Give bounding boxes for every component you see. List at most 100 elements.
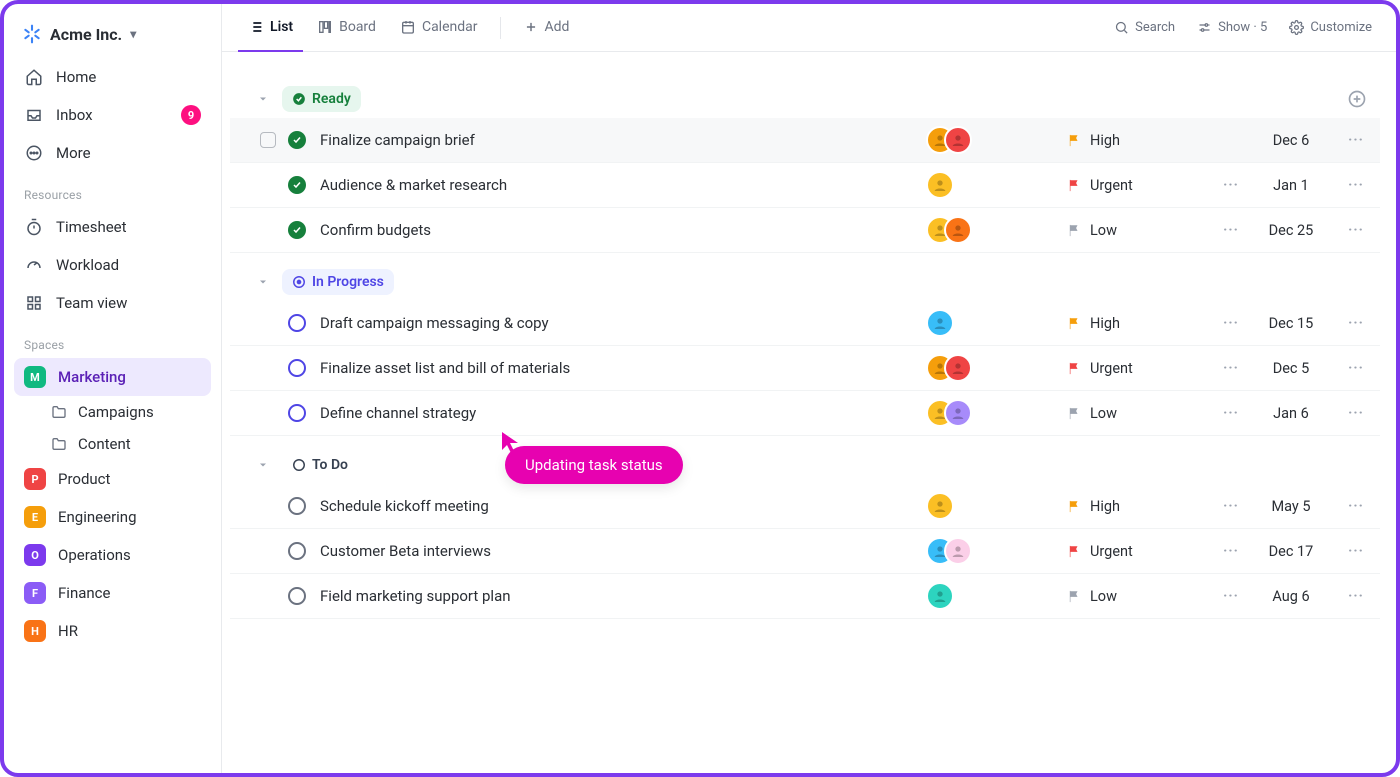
task-row[interactable]: Customer Beta interviews Urgent ··· Dec … [230, 529, 1380, 574]
due-date[interactable]: Dec 6 [1246, 132, 1336, 149]
nav-timesheet[interactable]: Timesheet [14, 208, 211, 246]
space-item-hr[interactable]: H HR [14, 612, 211, 650]
show-button[interactable]: Show · 5 [1189, 14, 1275, 41]
due-date[interactable]: Dec 17 [1246, 543, 1336, 560]
task-name: Finalize asset list and bill of material… [320, 359, 926, 377]
row-more-icon[interactable]: ··· [1336, 132, 1376, 148]
avatar[interactable] [944, 216, 972, 244]
due-date[interactable]: Jan 6 [1246, 405, 1336, 422]
status-icon-open[interactable] [288, 359, 306, 377]
avatar[interactable] [926, 309, 954, 337]
priority-cell[interactable]: High [1066, 315, 1216, 332]
due-date[interactable]: Dec 15 [1246, 315, 1336, 332]
add-task-icon[interactable] [1346, 88, 1368, 110]
nav-workload[interactable]: Workload [14, 246, 211, 284]
row-more-icon[interactable]: ··· [1336, 543, 1376, 559]
priority-cell[interactable]: Urgent [1066, 360, 1216, 377]
row-more-icon[interactable]: ··· [1336, 360, 1376, 376]
task-row[interactable]: Finalize campaign brief High Dec 6 ··· [230, 118, 1380, 163]
due-date[interactable]: Dec 25 [1246, 222, 1336, 239]
column-more-icon[interactable]: ··· [1216, 222, 1246, 238]
task-checkbox[interactable] [260, 132, 276, 148]
task-name: Draft campaign messaging & copy [320, 314, 926, 332]
nav-more[interactable]: More [14, 134, 211, 172]
priority-cell[interactable]: High [1066, 132, 1216, 149]
row-more-icon[interactable]: ··· [1336, 405, 1376, 421]
row-more-icon[interactable]: ··· [1336, 498, 1376, 514]
task-row[interactable]: Schedule kickoff meeting High ··· May 5 … [230, 484, 1380, 529]
flag-icon [1066, 177, 1082, 193]
space-item-engineering[interactable]: E Engineering [14, 498, 211, 536]
space-item-finance[interactable]: F Finance [14, 574, 211, 612]
column-more-icon[interactable]: ··· [1216, 177, 1246, 193]
priority-cell[interactable]: Low [1066, 222, 1216, 239]
priority-cell[interactable]: Urgent [1066, 543, 1216, 560]
resources-section-title: Resources [14, 172, 211, 208]
folder-item[interactable]: Campaigns [14, 396, 211, 428]
workspace-switcher[interactable]: Acme Inc. ▾ [14, 18, 211, 58]
status-icon-done[interactable] [288, 176, 306, 194]
status-icon-open[interactable] [288, 314, 306, 332]
space-item-operations[interactable]: O Operations [14, 536, 211, 574]
row-more-icon[interactable]: ··· [1336, 315, 1376, 331]
status-icon-open[interactable] [288, 404, 306, 422]
column-more-icon[interactable]: ··· [1216, 360, 1246, 376]
tab-board[interactable]: Board [307, 4, 386, 52]
task-row[interactable]: Draft campaign messaging & copy High ···… [230, 301, 1380, 346]
avatar[interactable] [926, 171, 954, 199]
status-icon-todo[interactable] [288, 587, 306, 605]
folder-item[interactable]: Content [14, 428, 211, 460]
space-label: Finance [58, 584, 110, 602]
collapse-icon[interactable] [254, 273, 272, 291]
task-row[interactable]: Define channel strategy Low ··· Jan 6 ··… [230, 391, 1380, 436]
status-icon-done[interactable] [288, 221, 306, 239]
space-item-product[interactable]: P Product [14, 460, 211, 498]
space-bullet: M [24, 366, 46, 388]
status-chip[interactable]: To Do [282, 452, 358, 478]
avatar[interactable] [926, 582, 954, 610]
column-more-icon[interactable]: ··· [1216, 588, 1246, 604]
collapse-icon[interactable] [254, 90, 272, 108]
column-more-icon[interactable]: ··· [1216, 543, 1246, 559]
due-date[interactable]: Dec 5 [1246, 360, 1336, 377]
avatar[interactable] [944, 537, 972, 565]
task-row[interactable]: Audience & market research Urgent ··· Ja… [230, 163, 1380, 208]
status-chip[interactable]: Ready [282, 86, 361, 112]
due-date[interactable]: Jan 1 [1246, 177, 1336, 194]
avatar[interactable] [926, 492, 954, 520]
status-icon-todo[interactable] [288, 497, 306, 515]
row-more-icon[interactable]: ··· [1336, 222, 1376, 238]
search-button[interactable]: Search [1106, 14, 1183, 41]
avatar[interactable] [944, 354, 972, 382]
nav-inbox[interactable]: Inbox 9 [14, 96, 211, 134]
collapse-icon[interactable] [254, 456, 272, 474]
row-more-icon[interactable]: ··· [1336, 177, 1376, 193]
avatar[interactable] [944, 126, 972, 154]
folder-icon [50, 403, 68, 421]
add-view-button[interactable]: Add [513, 4, 580, 52]
customize-button[interactable]: Customize [1281, 14, 1380, 41]
priority-cell[interactable]: High [1066, 498, 1216, 515]
due-date[interactable]: Aug 6 [1246, 588, 1336, 605]
status-icon-done[interactable] [288, 131, 306, 149]
status-chip[interactable]: In Progress [282, 269, 394, 295]
space-item-marketing[interactable]: M Marketing [14, 358, 211, 396]
avatar[interactable] [944, 399, 972, 427]
tab-list[interactable]: List [238, 4, 303, 52]
column-more-icon[interactable]: ··· [1216, 498, 1246, 514]
space-label: Operations [58, 546, 131, 564]
nav-team-view[interactable]: Team view [14, 284, 211, 322]
tab-calendar[interactable]: Calendar [390, 4, 488, 52]
status-icon-todo[interactable] [288, 542, 306, 560]
column-more-icon[interactable]: ··· [1216, 315, 1246, 331]
task-row[interactable]: Confirm budgets Low ··· Dec 25 ··· [230, 208, 1380, 253]
nav-home[interactable]: Home [14, 58, 211, 96]
due-date[interactable]: May 5 [1246, 498, 1336, 515]
priority-cell[interactable]: Urgent [1066, 177, 1216, 194]
task-row[interactable]: Field marketing support plan Low ··· Aug… [230, 574, 1380, 619]
priority-cell[interactable]: Low [1066, 588, 1216, 605]
priority-cell[interactable]: Low [1066, 405, 1216, 422]
column-more-icon[interactable]: ··· [1216, 405, 1246, 421]
task-row[interactable]: Finalize asset list and bill of material… [230, 346, 1380, 391]
row-more-icon[interactable]: ··· [1336, 588, 1376, 604]
